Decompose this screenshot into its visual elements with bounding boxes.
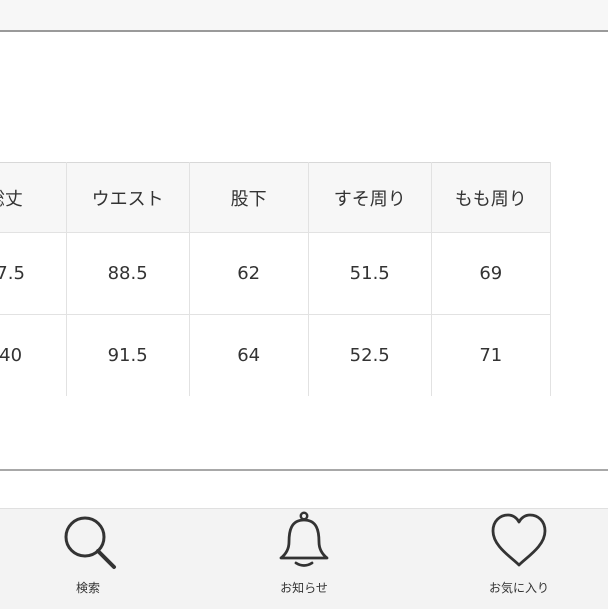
- header-waist: ウエスト: [65, 162, 190, 233]
- bottom-tab-bar: 検索 お知らせ お気に入り: [0, 508, 608, 609]
- size-table: 総丈 ウエスト 股下 すそ周り もも周り 37.5 88.5 62 51.5 6…: [0, 162, 552, 396]
- table-cell: 62: [188, 232, 309, 315]
- table-cell: 37.5: [0, 232, 67, 315]
- header-thigh-width: もも周り: [430, 162, 552, 233]
- table-header-row: 総丈 ウエスト 股下 すそ周り もも周り: [0, 162, 552, 233]
- table-cell: 64: [188, 314, 309, 396]
- header-inseam: 股下: [188, 162, 309, 233]
- tab-search[interactable]: 検索: [28, 509, 148, 609]
- tab-notifications-label: お知らせ: [280, 581, 328, 595]
- table-cell: 69: [430, 232, 552, 315]
- tab-favorites[interactable]: お気に入り: [459, 509, 579, 609]
- table-cell: 52.5: [307, 314, 432, 396]
- spacer: [0, 471, 608, 508]
- table-cell: 71: [430, 314, 552, 396]
- header-hem-width: すそ周り: [307, 162, 432, 233]
- table-row: 140 91.5 64 52.5 71: [0, 314, 552, 396]
- bell-icon: [279, 511, 329, 567]
- tab-search-label: 検索: [75, 581, 100, 595]
- table-cell: 91.5: [65, 314, 190, 396]
- table-cell: 51.5: [307, 232, 432, 315]
- table-cell: 88.5: [65, 232, 190, 315]
- heart-icon: [491, 513, 547, 567]
- table-row: 37.5 88.5 62 51.5 69: [0, 232, 552, 315]
- search-icon: [64, 516, 116, 569]
- top-strip: [0, 0, 608, 30]
- table-cell: 140: [0, 314, 67, 396]
- header-total-length: 総丈: [0, 162, 67, 233]
- tab-notifications[interactable]: お知らせ: [244, 509, 364, 609]
- size-table-container[interactable]: 総丈 ウエスト 股下 すそ周り もも周り 37.5 88.5 62 51.5 6…: [0, 162, 608, 396]
- tab-favorites-label: お気に入り: [488, 581, 549, 595]
- top-divider: [0, 30, 608, 32]
